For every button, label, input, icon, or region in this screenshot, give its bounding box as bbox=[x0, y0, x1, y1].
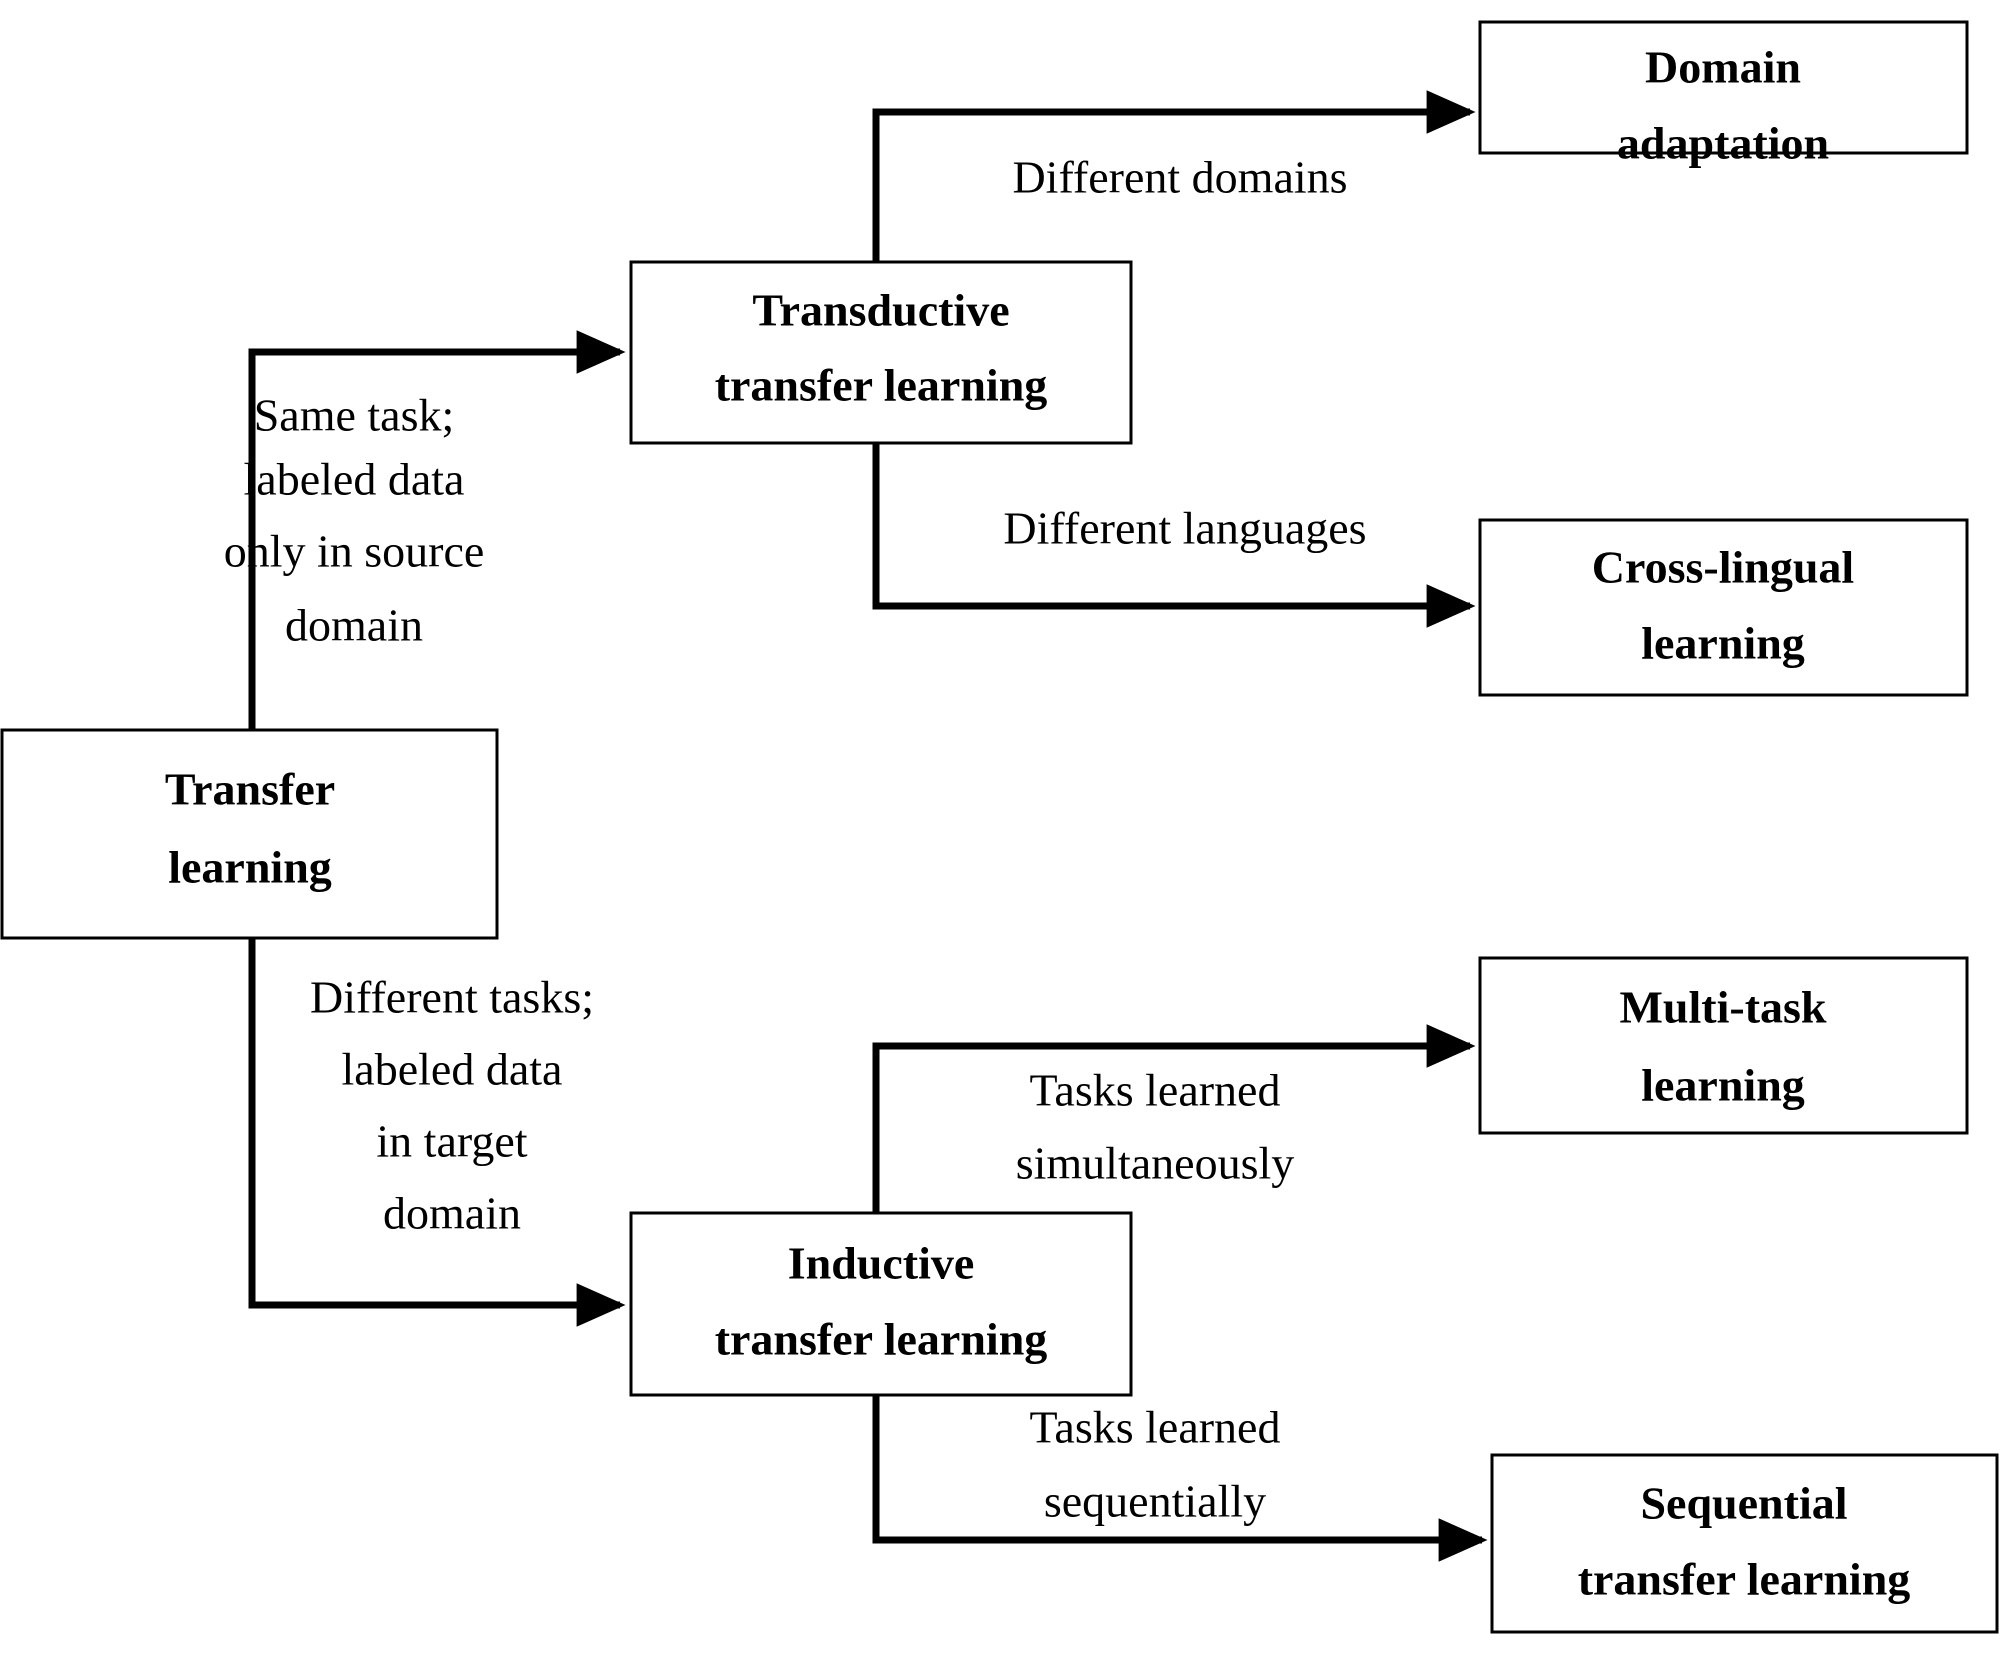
node-domain-adaptation[interactable]: Domain adaptation bbox=[1478, 20, 1969, 169]
node-label-line: Transductive bbox=[752, 285, 1009, 336]
edge-label-to-cross-lingual: Different languages bbox=[1003, 503, 1366, 554]
node-label-line: learning bbox=[1641, 618, 1805, 669]
node-transfer-learning[interactable]: Transfer learning bbox=[0, 728, 499, 940]
edge-label-to-sequential: Tasks learned sequentially bbox=[1030, 1402, 1281, 1527]
node-transductive-transfer-learning[interactable]: Transductive transfer learning bbox=[629, 260, 1133, 445]
edge-label-line: in target bbox=[376, 1116, 527, 1167]
edge-label-line: Same task; bbox=[254, 390, 455, 441]
edge-label-line: Tasks learned bbox=[1030, 1065, 1281, 1116]
edge-label-line: Different languages bbox=[1003, 503, 1366, 554]
node-label-line: transfer learning bbox=[715, 360, 1048, 411]
edge-label-to-domain-adaptation: Different domains bbox=[1012, 152, 1347, 203]
node-label-line: learning bbox=[168, 842, 332, 893]
node-inductive-transfer-learning[interactable]: Inductive transfer learning bbox=[629, 1211, 1133, 1397]
edge-label-line: sequentially bbox=[1044, 1476, 1266, 1527]
node-sequential-transfer-learning[interactable]: Sequential transfer learning bbox=[1490, 1453, 1999, 1634]
node-cross-lingual-learning[interactable]: Cross-lingual learning bbox=[1478, 518, 1969, 697]
node-label-line: transfer learning bbox=[1578, 1554, 1911, 1605]
node-label-line: Transfer bbox=[165, 764, 335, 815]
node-label-line: Inductive bbox=[788, 1238, 975, 1289]
node-transfer-learning-box[interactable] bbox=[0, 728, 499, 940]
edge-label-line: labeled data bbox=[342, 1044, 563, 1095]
edge-label-line: Different tasks; bbox=[310, 972, 594, 1023]
edge-label-to-inductive: Different tasks; labeled data in target … bbox=[310, 972, 594, 1239]
edge-label-to-transductive: Same task; labeled data only in source d… bbox=[224, 390, 485, 651]
diagram-canvas: Same task; labeled data only in source d… bbox=[0, 0, 2000, 1658]
node-label-line: transfer learning bbox=[715, 1314, 1048, 1365]
transfer-learning-taxonomy-diagram: Same task; labeled data only in source d… bbox=[0, 20, 1999, 1634]
node-label-line: Cross-lingual bbox=[1592, 542, 1854, 593]
edge-label-line: domain bbox=[285, 600, 423, 651]
edge-label-to-multi-task: Tasks learned simultaneously bbox=[1016, 1065, 1295, 1189]
node-label-line: adaptation bbox=[1617, 118, 1829, 169]
edge-label-line: Tasks learned bbox=[1030, 1402, 1281, 1453]
edge-label-line: simultaneously bbox=[1016, 1138, 1295, 1189]
edge-label-line: domain bbox=[383, 1188, 521, 1239]
node-multi-task-learning[interactable]: Multi-task learning bbox=[1478, 956, 1969, 1135]
edge-label-line: Different domains bbox=[1012, 152, 1347, 203]
node-label-line: Domain bbox=[1645, 42, 1801, 93]
node-label-line: learning bbox=[1641, 1060, 1805, 1111]
edge-label-line: only in source bbox=[224, 526, 485, 577]
node-label-line: Sequential bbox=[1640, 1478, 1847, 1529]
edge-label-line: labeled data bbox=[244, 454, 465, 505]
node-label-line: Multi-task bbox=[1620, 982, 1827, 1033]
